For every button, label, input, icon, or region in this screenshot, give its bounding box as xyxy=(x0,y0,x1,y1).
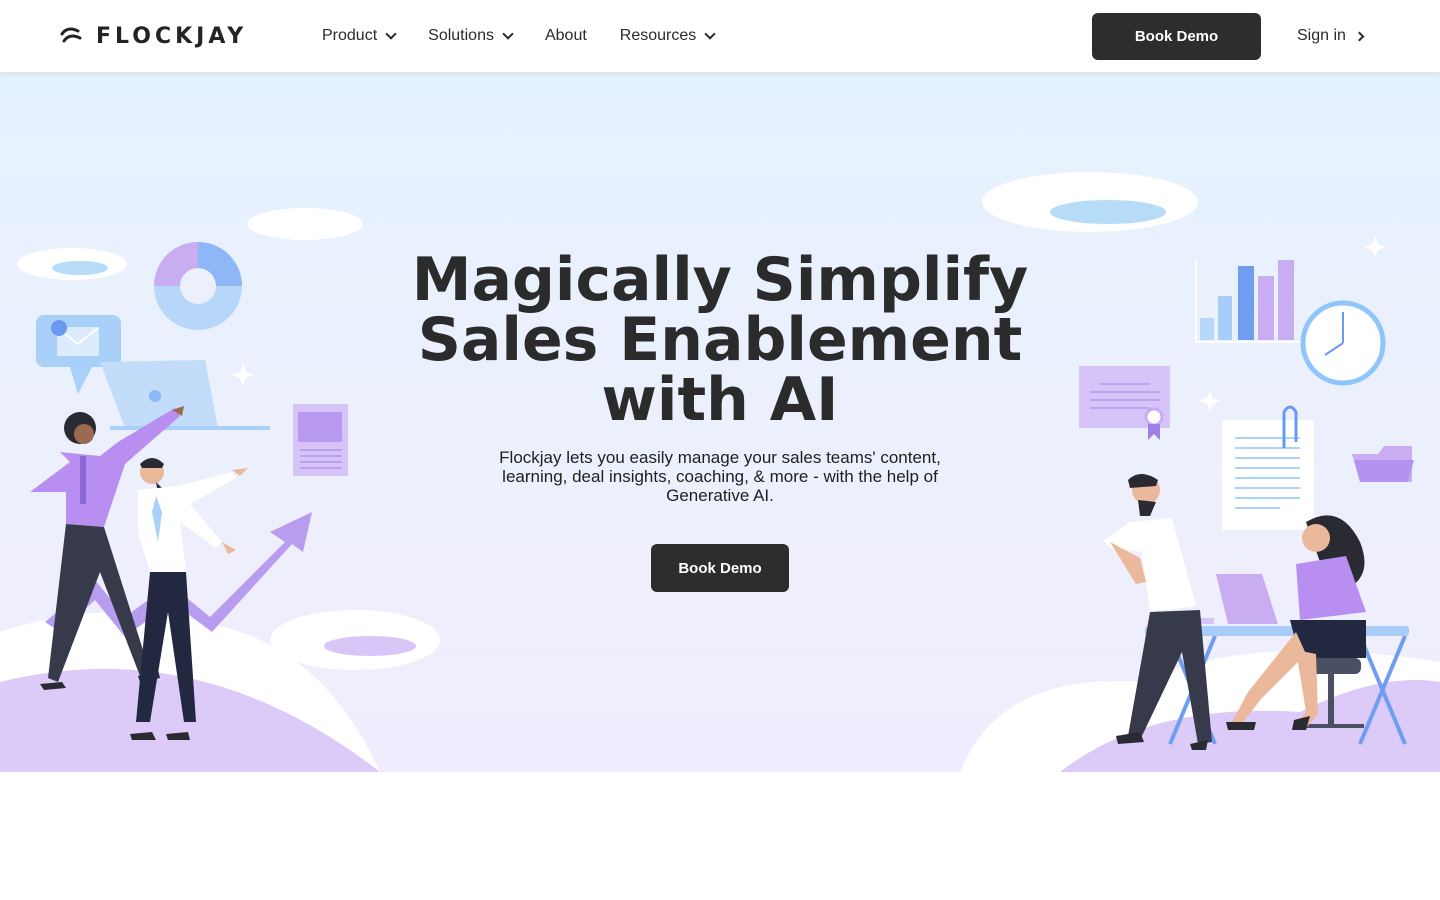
donut-chart-illustration xyxy=(154,242,242,330)
top-navigation: FLOCKJAY Product Solutions About Resourc… xyxy=(0,0,1440,72)
headline-line-3: with AI xyxy=(601,365,839,435)
hero-headline: Magically Simplify Sales Enablement with… xyxy=(360,250,1080,430)
logo[interactable]: FLOCKJAY xyxy=(60,22,247,50)
sign-in-link[interactable]: Sign in xyxy=(1297,24,1365,48)
sign-in-label: Sign in xyxy=(1297,27,1346,44)
nav-item-label: Resources xyxy=(619,27,697,44)
hero-book-demo-button[interactable]: Book Demo xyxy=(651,544,789,592)
bar-chart-illustration xyxy=(1195,260,1302,343)
hero-section: Magically Simplify Sales Enablement with… xyxy=(0,72,1440,772)
logo-text: FLOCKJAY xyxy=(96,23,248,49)
chevron-right-icon xyxy=(1354,31,1365,41)
nav-item-label: Product xyxy=(322,27,378,44)
book-demo-button[interactable]: Book Demo xyxy=(1092,13,1261,60)
chevron-down-icon xyxy=(385,27,397,40)
chevron-down-icon xyxy=(704,27,716,40)
nav-item-solutions[interactable]: Solutions xyxy=(428,27,514,45)
nav-item-resources[interactable]: Resources xyxy=(619,27,716,45)
main-menu: Product Solutions About Resources xyxy=(322,0,747,72)
hero-subtext: Flockjay lets you easily manage your sal… xyxy=(499,448,941,505)
nav-item-label: Solutions xyxy=(428,27,494,44)
nav-item-about[interactable]: About xyxy=(545,27,587,45)
nav-item-product[interactable]: Product xyxy=(322,27,397,45)
nav-item-label: About xyxy=(544,27,587,44)
chevron-down-icon xyxy=(502,27,514,40)
logo-icon xyxy=(60,27,82,43)
clock-illustration xyxy=(1300,300,1386,386)
